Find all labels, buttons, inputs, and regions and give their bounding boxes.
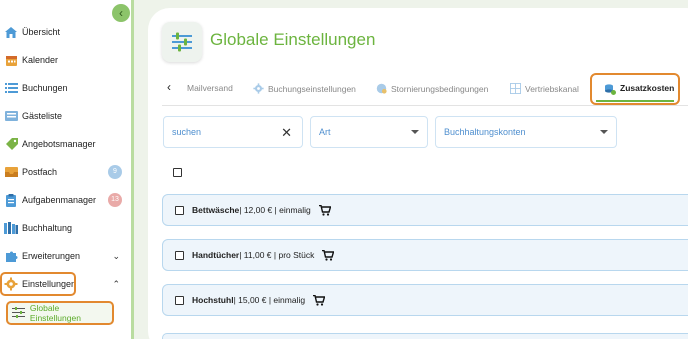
tab-label: Mailversand xyxy=(187,83,233,93)
dropdown-caret-icon xyxy=(600,130,608,134)
clear-search-icon[interactable]: ✕ xyxy=(281,125,292,141)
tab-label: Stornierungsbedingungen xyxy=(391,83,489,94)
row-checkbox[interactable] xyxy=(175,250,184,260)
select-all-checkbox[interactable] xyxy=(173,168,182,177)
sidebar-item-label: Aufgabenmanager xyxy=(22,195,97,205)
sidebar-item-label: Postfach xyxy=(22,167,58,177)
sidebar-subitem-label: Globale Einstellungen xyxy=(29,303,81,323)
books-icon xyxy=(4,221,18,235)
list-item[interactable]: Hochstuhl | 15,00 € | einmalig xyxy=(162,284,688,316)
tab-label: Buchungseinstellungen xyxy=(268,83,356,94)
accounts-select[interactable]: Buchhaltungskonten xyxy=(435,116,617,148)
row-checkbox[interactable] xyxy=(175,205,184,215)
cart-icon xyxy=(318,204,331,216)
sidebar: ‹ Übersicht Kalender Buchungen Gästelist… xyxy=(0,0,134,339)
sidebar-item-label: Übersicht xyxy=(22,27,61,37)
sidebar-item-label: Buchungen xyxy=(22,83,68,93)
type-select[interactable]: Art xyxy=(310,116,428,148)
sidebar-subitem-globale-einstellungen[interactable]: Globale Einstellungen xyxy=(6,301,114,325)
sliders-icon xyxy=(12,306,26,320)
inbox-icon xyxy=(4,165,18,179)
tab-zusatzkosten[interactable] xyxy=(604,83,620,95)
cart-icon xyxy=(322,249,335,261)
sidebar-item-postfach[interactable]: Postfach 9 xyxy=(0,161,130,183)
tab-label: Vertriebskanal xyxy=(525,83,579,94)
list-item[interactable]: Bettwäsche | 12,00 € | einmalig xyxy=(162,194,688,226)
sidebar-item-kalender[interactable]: Kalender xyxy=(0,49,130,71)
tab-label-active: Zusatzkosten xyxy=(620,83,675,93)
item-details: | 12,00 € | einmalig xyxy=(239,205,311,215)
type-placeholder: Art xyxy=(319,127,331,137)
guest-list-icon xyxy=(4,109,18,123)
tabs-scroll-left-icon[interactable]: ‹ xyxy=(167,80,171,94)
sidebar-item-aufgabenmanager[interactable]: Aufgabenmanager 13 xyxy=(0,189,130,211)
cart-icon xyxy=(313,294,326,306)
tab-vertriebskanal[interactable]: Vertriebskanal xyxy=(510,83,579,94)
search-input[interactable]: suchen ✕ xyxy=(163,116,303,148)
list-item-partial[interactable] xyxy=(162,333,688,339)
aufgaben-count-badge: 13 xyxy=(108,193,122,207)
sidebar-item-gaesteliste[interactable]: Gästeliste xyxy=(0,105,130,127)
puzzle-icon xyxy=(4,249,18,263)
item-name: Bettwäsche xyxy=(192,205,240,215)
app-window: ‹ Übersicht Kalender Buchungen Gästelist… xyxy=(0,0,688,339)
grid-icon xyxy=(510,83,521,94)
sidebar-item-label: Gästeliste xyxy=(22,111,63,121)
item-name: Handtücher xyxy=(192,250,240,260)
home-icon xyxy=(4,25,18,39)
cancel-settings-icon xyxy=(376,83,387,94)
coins-add-icon xyxy=(604,83,616,95)
item-name: Hochstuhl xyxy=(192,295,234,305)
page-title: Globale Einstellungen xyxy=(210,30,376,49)
sidebar-item-buchungen[interactable]: Buchungen xyxy=(0,77,130,99)
item-details: | 15,00 € | einmalig xyxy=(233,295,306,305)
chevron-down-icon: ⌄ xyxy=(112,250,120,261)
clipboard-icon xyxy=(4,193,18,207)
tab-stornierungsbedingungen[interactable]: Stornierungsbedingungen xyxy=(376,83,488,94)
tab-mailversand[interactable]: Mailversand xyxy=(187,83,233,93)
settings-sliders-icon xyxy=(162,22,202,62)
sidebar-collapse-button[interactable]: ‹ xyxy=(112,4,130,22)
sidebar-item-label: Erweiterungen xyxy=(22,251,81,261)
tag-icon xyxy=(4,137,18,151)
sidebar-item-uebersicht[interactable]: Übersicht xyxy=(0,21,130,43)
postfach-count-badge: 9 xyxy=(108,165,122,179)
calendar-icon xyxy=(4,53,18,67)
row-checkbox[interactable] xyxy=(175,295,184,305)
sidebar-scrollbar[interactable] xyxy=(131,0,134,339)
search-placeholder: suchen xyxy=(172,127,202,137)
sidebar-item-erweiterungen[interactable]: Erweiterungen ⌄ xyxy=(0,245,130,267)
settings-highlight-frame xyxy=(0,272,76,296)
tab-buchungseinstellungen[interactable]: Buchungseinstellungen xyxy=(253,83,356,94)
list-icon xyxy=(4,81,18,95)
gear-icon xyxy=(253,83,264,94)
accounts-placeholder: Buchhaltungskonten xyxy=(444,127,526,137)
active-tab-indicator xyxy=(596,100,674,102)
sidebar-item-label: Angebotsmanager xyxy=(22,139,96,149)
sidebar-item-angebotsmanager[interactable]: Angebotsmanager xyxy=(0,133,130,155)
item-details: | 11,00 € | pro Stück xyxy=(239,250,315,260)
dropdown-caret-icon xyxy=(411,130,419,134)
list-item[interactable]: Handtücher | 11,00 € | pro Stück xyxy=(162,239,688,271)
sidebar-item-label: Buchhaltung xyxy=(22,223,73,233)
sidebar-item-buchhaltung[interactable]: Buchhaltung xyxy=(0,217,130,239)
sidebar-item-label: Kalender xyxy=(22,55,59,65)
chevron-up-icon: ⌃ xyxy=(112,278,120,289)
